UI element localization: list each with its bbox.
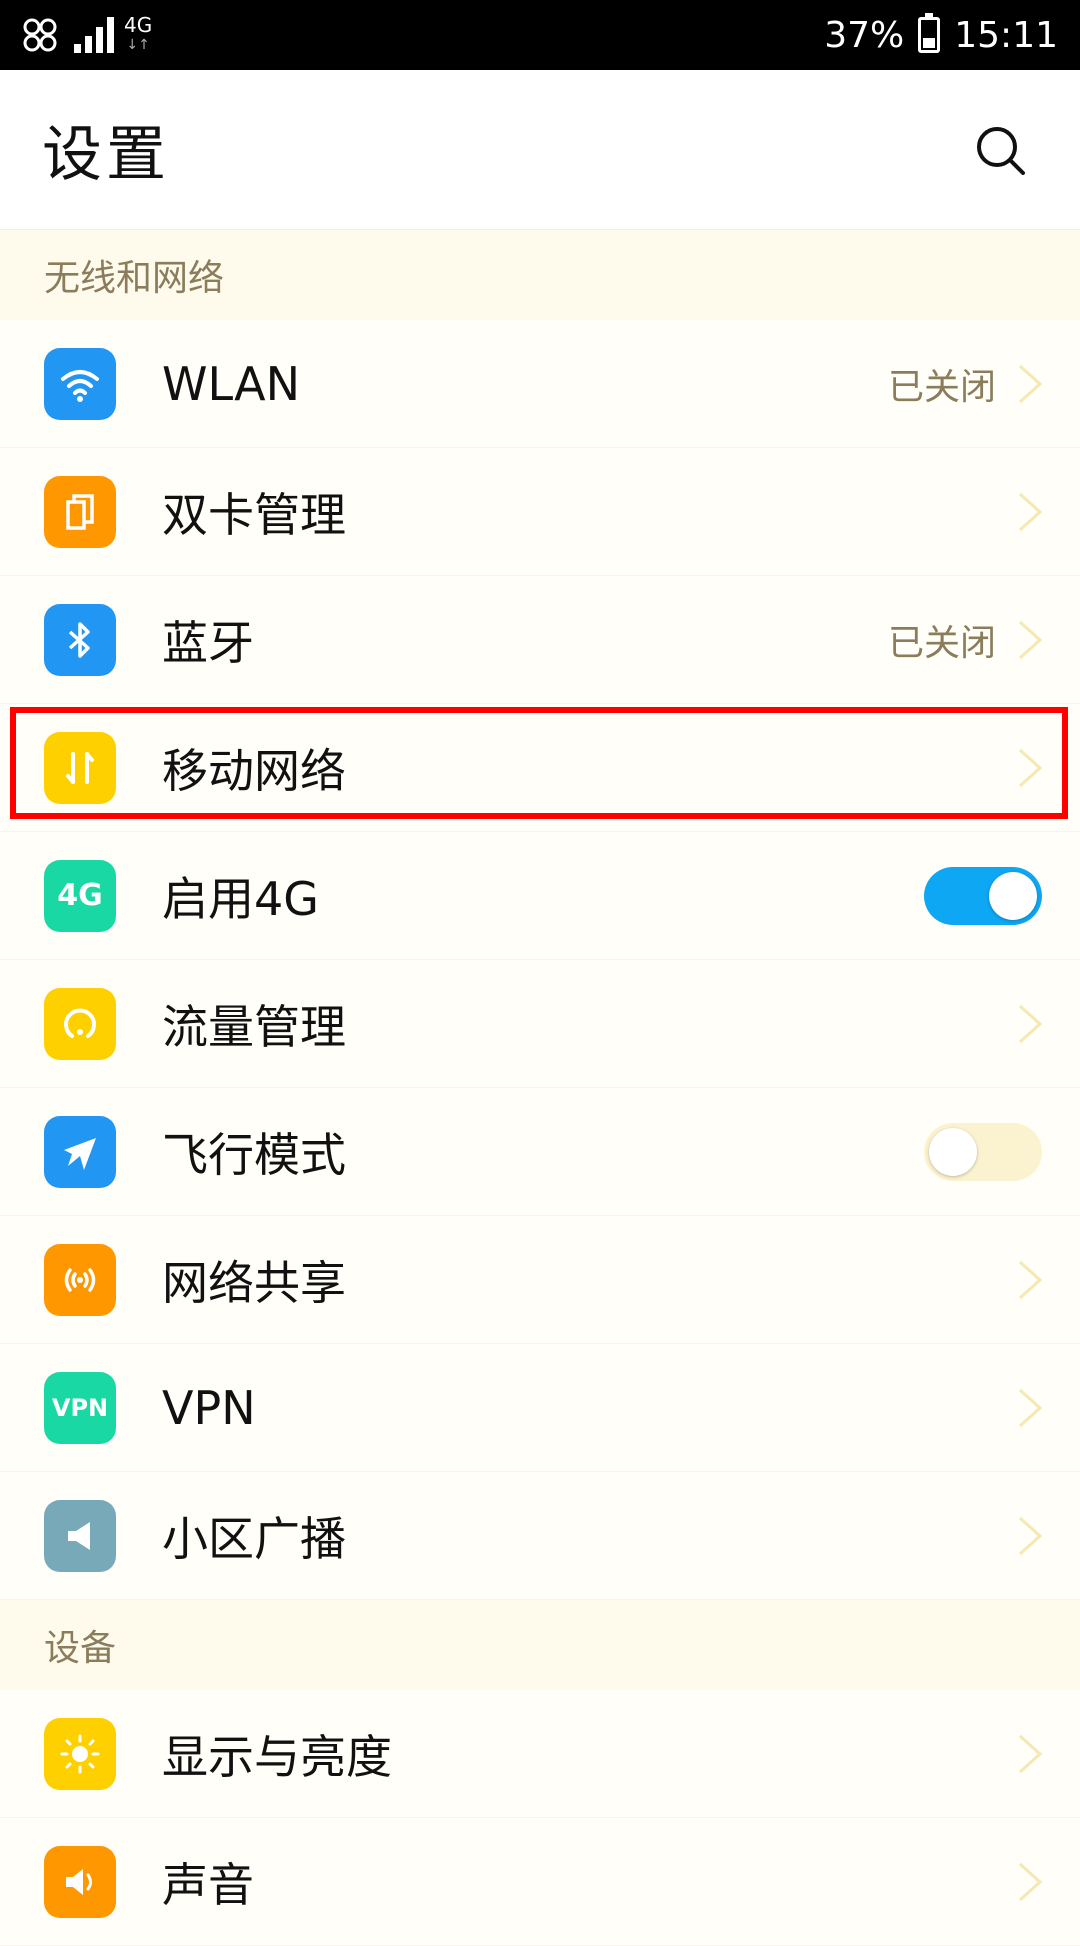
4g-icon: 4G [44, 859, 116, 932]
battery-percent: 37% [824, 14, 905, 56]
settings-row-display[interactable]: 显示与亮度 [0, 1690, 1080, 1818]
row-label: 双卡管理 [162, 487, 346, 542]
chevron-right-icon [1018, 620, 1043, 659]
settings-row-sound[interactable]: 声音 [0, 1818, 1080, 1946]
battery-icon [918, 13, 941, 53]
status-right: 37% 15:11 [824, 13, 1058, 56]
chevron-right-icon [1018, 1516, 1043, 1555]
status-left: 4G ↓↑ [16, 11, 152, 59]
row-label: 声音 [162, 1857, 254, 1912]
row-label: 移动网络 [162, 743, 346, 798]
status-bar: 4G ↓↑ 37% 15:11 [0, 0, 1080, 70]
search-icon [977, 126, 1025, 175]
settings-row-tethering[interactable]: 网络共享 [0, 1216, 1080, 1344]
row-label: 显示与亮度 [162, 1729, 392, 1784]
settings-row-mobile-network[interactable]: 移动网络 [0, 704, 1080, 832]
airplane-mode-toggle[interactable] [924, 1122, 1042, 1181]
chevron-right-icon [1018, 1260, 1043, 1299]
row-label: 飞行模式 [162, 1127, 346, 1182]
settings-row-bluetooth[interactable]: 蓝牙 已关闭 [0, 576, 1080, 704]
section-header-wireless: 无线和网络 [0, 230, 1080, 320]
brightness-icon [44, 1717, 116, 1790]
clock: 15:11 [954, 14, 1058, 56]
chevron-right-icon [1018, 1862, 1043, 1901]
search-button[interactable] [970, 120, 1030, 180]
bluetooth-icon [44, 603, 116, 676]
hotspot-icon [44, 1243, 116, 1316]
chevron-right-icon [1018, 1734, 1043, 1773]
dual-sim-icon [44, 475, 116, 548]
row-status: 已关闭 [887, 366, 996, 408]
settings-row-vpn[interactable]: VPN VPN [0, 1344, 1080, 1472]
chevron-right-icon [1018, 1004, 1043, 1043]
row-label: WLAN [162, 356, 301, 411]
row-label: 网络共享 [162, 1255, 346, 1310]
row-status: 已关闭 [887, 622, 996, 664]
app-header: 设置 [0, 70, 1080, 230]
row-label: 流量管理 [162, 999, 346, 1054]
broadcast-icon [44, 1499, 116, 1572]
settings-row-wlan[interactable]: WLAN 已关闭 [0, 320, 1080, 448]
chevron-right-icon [1018, 492, 1043, 531]
row-label: 小区广播 [162, 1511, 346, 1566]
network-type: 4G ↓↑ [124, 13, 153, 53]
row-label: 启用4G [162, 871, 319, 926]
settings-row-dual-sim[interactable]: 双卡管理 [0, 448, 1080, 576]
wifi-icon [44, 347, 116, 420]
chevron-right-icon [1018, 364, 1043, 403]
chevron-right-icon [1018, 1388, 1043, 1427]
chevron-right-icon [1018, 748, 1043, 787]
row-label: 蓝牙 [162, 615, 254, 670]
carrier-logo-icon [23, 18, 57, 52]
vpn-icon: VPN [44, 1371, 116, 1444]
settings-row-airplane-mode[interactable]: 飞行模式 [0, 1088, 1080, 1216]
section-header-device: 设备 [0, 1600, 1080, 1690]
settings-row-cell-broadcast[interactable]: 小区广播 [0, 1472, 1080, 1600]
row-label: VPN [162, 1380, 256, 1435]
data-usage-icon [44, 987, 116, 1060]
mobile-data-icon [44, 731, 116, 804]
signal-icon [74, 17, 114, 53]
settings-row-data-usage[interactable]: 流量管理 [0, 960, 1080, 1088]
airplane-icon [44, 1115, 116, 1188]
page-title: 设置 [42, 120, 170, 190]
enable-4g-toggle[interactable] [924, 866, 1042, 925]
settings-row-enable-4g[interactable]: 4G 启用4G [0, 832, 1080, 960]
sound-icon [44, 1845, 116, 1918]
